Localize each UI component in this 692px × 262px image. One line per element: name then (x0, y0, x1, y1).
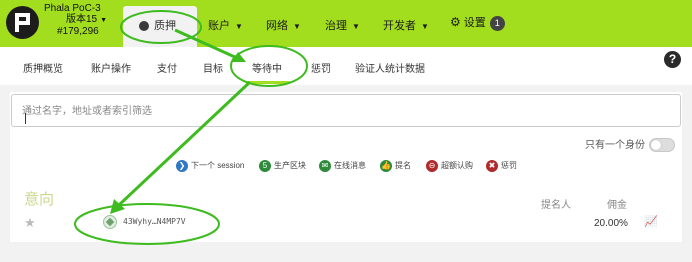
tab-staking-overview[interactable]: 质押概览 (23, 60, 63, 75)
chevron-down-icon: ▼ (235, 22, 243, 31)
chevron-down-icon: ▼ (421, 22, 429, 31)
nav-staking-label: 质押 (154, 20, 176, 32)
logo-p-icon (15, 13, 30, 32)
staking-icon (139, 21, 149, 31)
filter-input[interactable]: 通过名字，地址或者索引筛选 (11, 94, 681, 127)
overbooked-icon: ⊖ (426, 160, 438, 172)
nav-governance[interactable]: 治理 ▼ (325, 17, 360, 33)
next-icon: ❯ (176, 160, 188, 172)
waiting-panel: 通过名字，地址或者索引筛选 只有一个身份 ❯ 下一个 session 5 生产区块 … (10, 92, 682, 242)
tab-targets[interactable]: 目标 (203, 60, 223, 75)
nav-settings[interactable]: ⚙ 设置 1 (450, 14, 505, 31)
commission-value: 20.00% (594, 218, 628, 229)
block-number: #179,296 (57, 26, 99, 37)
star-icon[interactable]: ★ (24, 215, 36, 231)
legend-slashed: ✖ 惩罚 (486, 160, 517, 172)
chain-name: Phala PoC-3 (44, 3, 101, 14)
nav-network[interactable]: 网络 ▼ (266, 17, 301, 33)
active-tab-indicator (246, 81, 290, 84)
identicon-icon (103, 215, 117, 229)
settings-badge: 1 (489, 15, 505, 31)
chevron-down-icon: ▼ (352, 22, 360, 31)
only-one-identity-label: 只有一个身份 (585, 140, 645, 151)
section-title-intentions: 意向 (24, 191, 55, 208)
legend-label: 下一个 session (191, 161, 245, 171)
nav-developer-label: 开发者 (383, 20, 416, 32)
table-row[interactable]: ★ 43Wyhy…N4MP7V 20.00% 📈 (10, 212, 682, 238)
nav-developer[interactable]: 开发者 ▼ (383, 17, 429, 33)
message-icon: ✉ (319, 160, 331, 172)
legend-online-message: ✉ 在线消息 (319, 160, 366, 172)
top-bar: Phala PoC-3 版本15 ▼ #179,296 质押 账户 ▼ 网络 ▼ 治理… (0, 0, 692, 47)
only-one-identity-filter: 只有一个身份 (585, 136, 675, 153)
staking-subnav: 质押概览 账户操作 支付 目标 等待中 惩罚 验证人统计数据 ? (0, 47, 692, 85)
chevron-down-icon: ▼ (293, 22, 301, 31)
tab-validator-stats[interactable]: 验证人统计数据 (355, 60, 425, 75)
chain-info[interactable]: Phala PoC-3 版本15 ▼ #179,296 (44, 3, 107, 37)
legend-next-session: ❯ 下一个 session (176, 160, 244, 172)
chart-icon[interactable]: 📈 (644, 215, 658, 228)
legend-label: 生产区块 (274, 161, 306, 171)
legend-label: 超额认购 (441, 161, 473, 171)
nav-accounts[interactable]: 账户 ▼ (208, 17, 243, 33)
only-one-identity-toggle[interactable] (649, 138, 675, 153)
phala-logo[interactable] (6, 6, 39, 39)
legend-label: 在线消息 (334, 161, 366, 171)
nav-accounts-label: 账户 (208, 20, 230, 32)
chevron-down-icon: ▼ (100, 17, 108, 24)
legend-label: 惩罚 (501, 161, 517, 171)
legend-oversubscribed: ⊖ 超额认购 (426, 160, 473, 172)
legend-produced-blocks: 5 生产区块 (259, 160, 306, 172)
five-icon: 5 (259, 160, 271, 172)
tab-slashes[interactable]: 惩罚 (311, 60, 331, 75)
nav-network-label: 网络 (266, 20, 288, 32)
legend-nominating: 👍 提名 (380, 160, 411, 172)
thumbs-up-icon: 👍 (380, 160, 392, 172)
legend-label: 提名 (395, 161, 411, 171)
tab-account-actions[interactable]: 账户操作 (91, 60, 131, 75)
help-icon[interactable]: ? (664, 51, 681, 68)
tab-payouts[interactable]: 支付 (157, 60, 177, 75)
gears-icon: ⚙ (450, 15, 461, 29)
column-header-commission: 佣金 (607, 200, 627, 211)
slash-icon: ✖ (486, 160, 498, 172)
nav-staking[interactable]: 质押 (123, 6, 197, 47)
nav-settings-label: 设置 (463, 17, 486, 29)
chain-version: 版本15 (66, 14, 98, 25)
tab-waiting[interactable]: 等待中 (252, 60, 282, 75)
column-header-nominators: 提名人 (541, 200, 571, 211)
account-address[interactable]: 43Wyhy…N4MP7V (123, 217, 186, 226)
nav-governance-label: 治理 (325, 20, 347, 32)
